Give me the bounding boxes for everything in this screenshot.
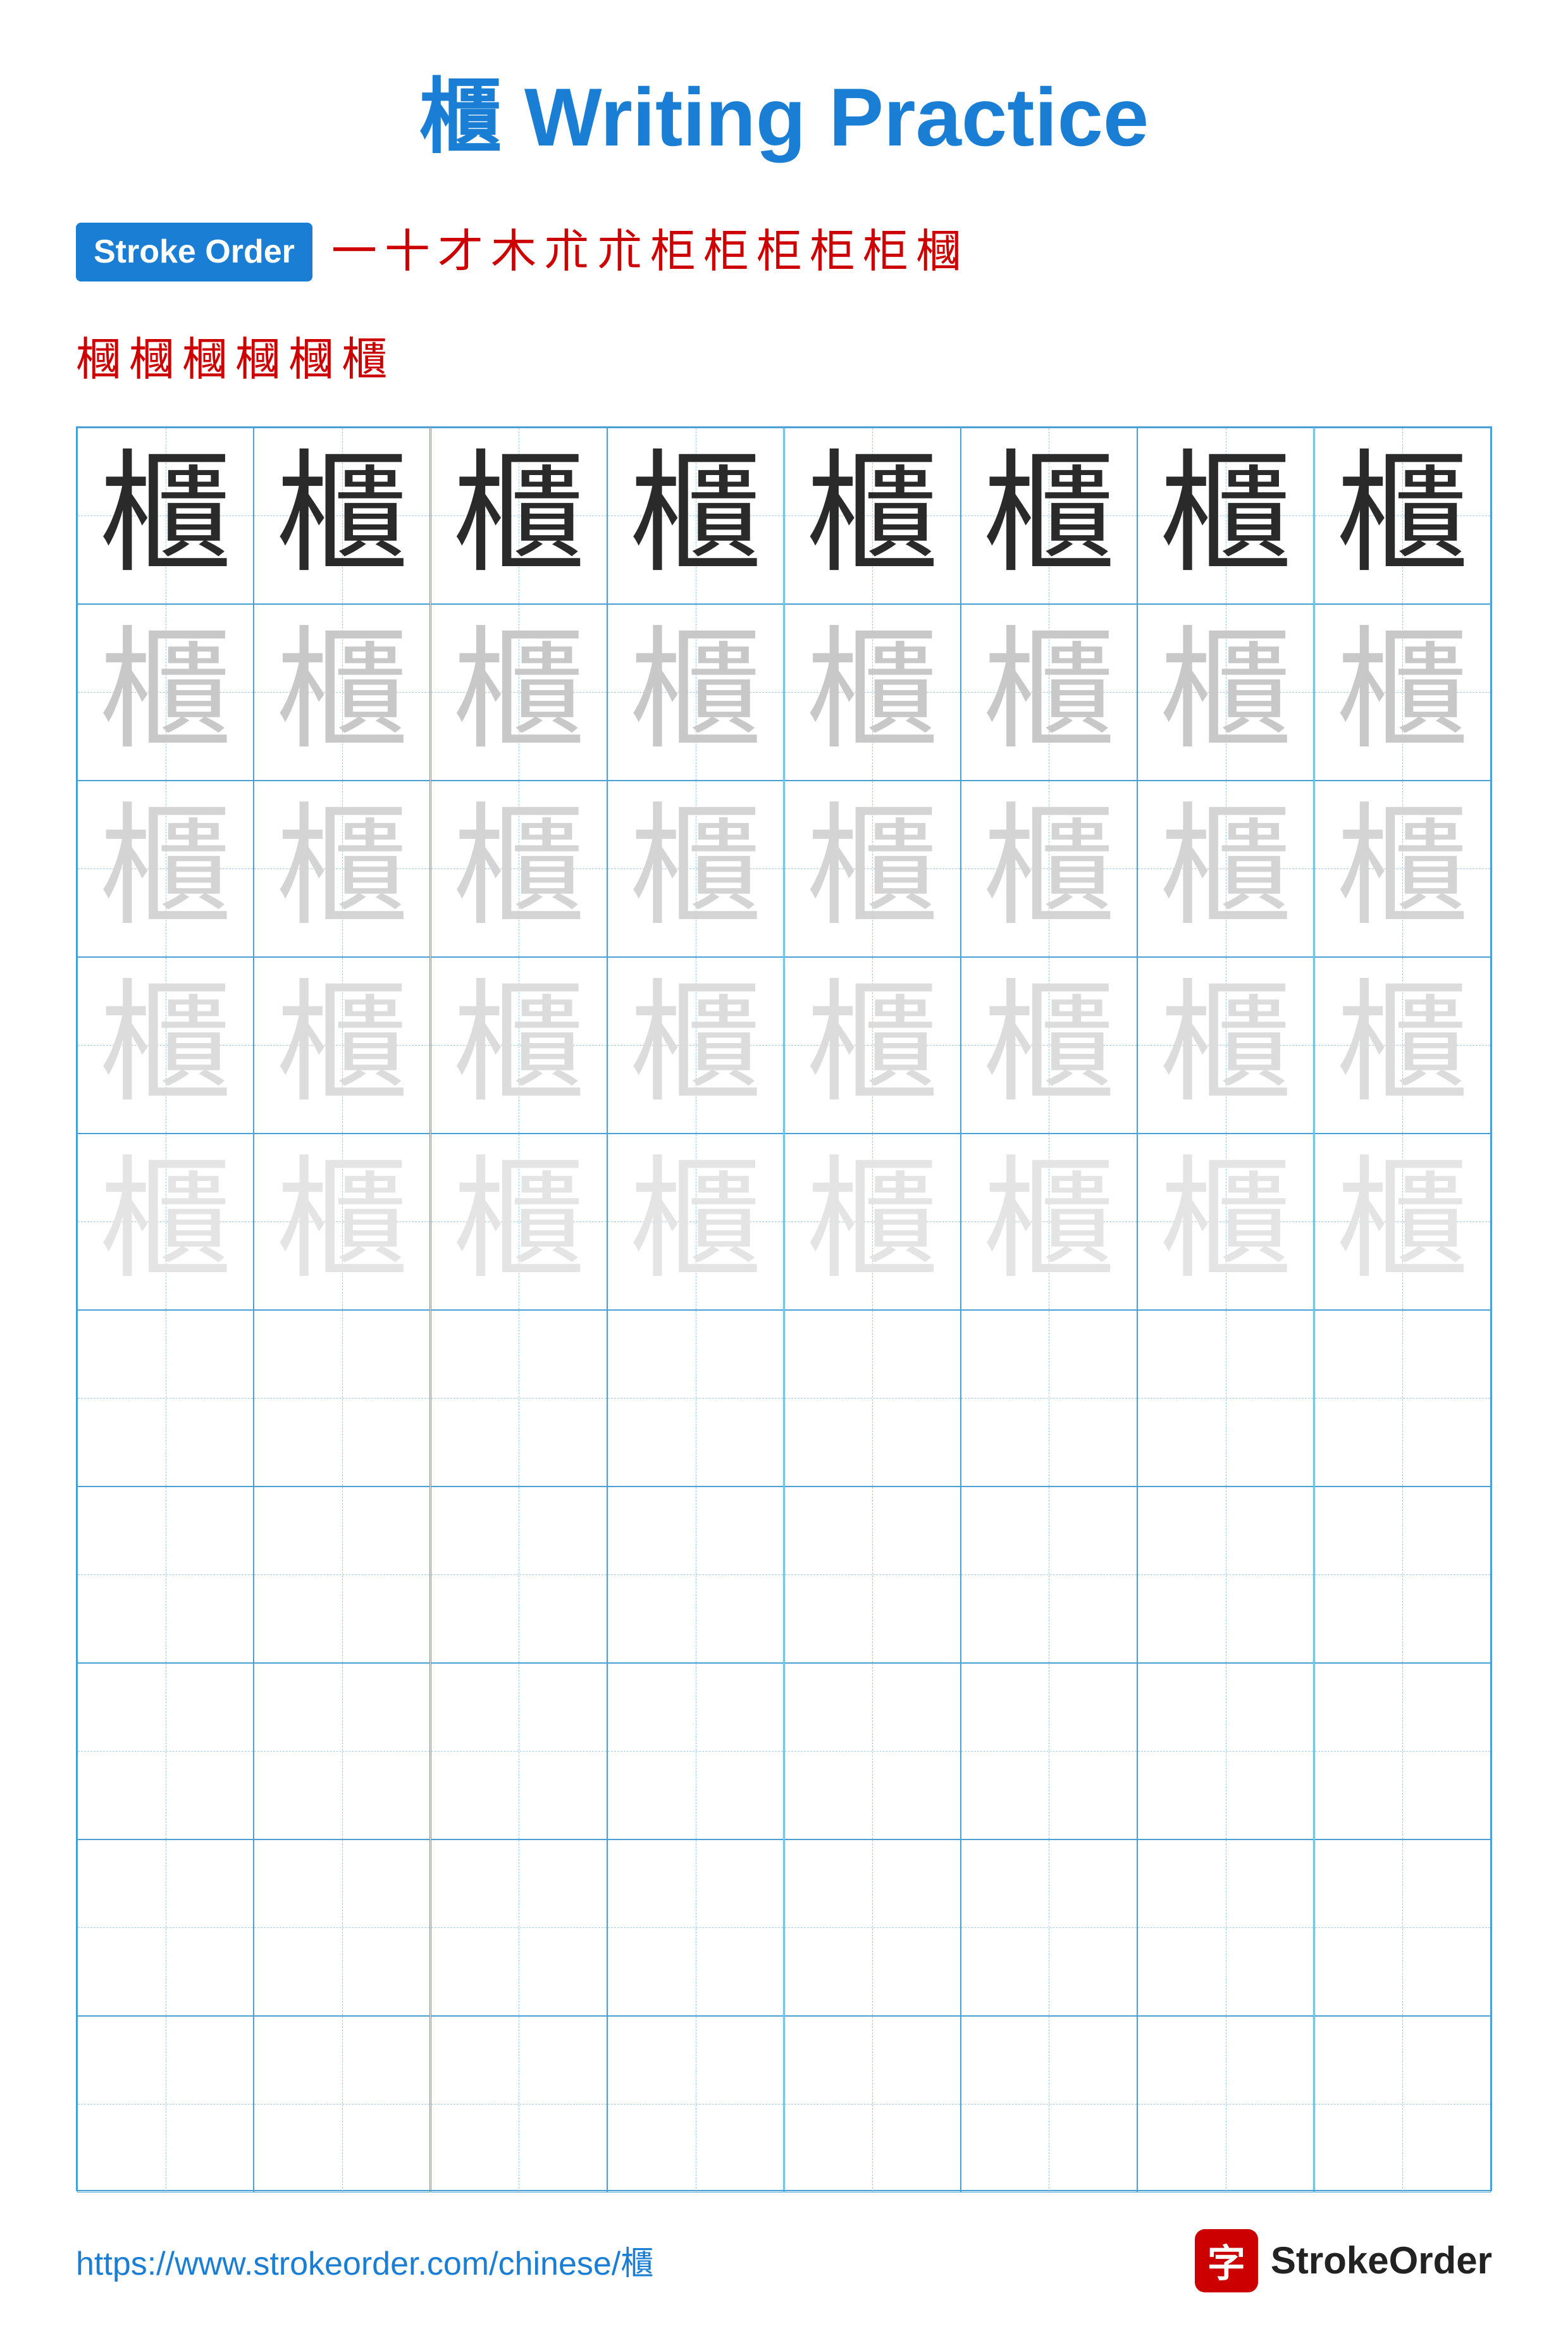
stroke-chars-line1: 一 十 才 木 朮 朮 柜 柜 柜 柜 柜 槶: [331, 220, 961, 284]
grid-cell-r7c6[interactable]: [961, 1487, 1137, 1663]
grid-cell-r10c4[interactable]: [607, 2016, 784, 2192]
grid-cell-r7c4[interactable]: [607, 1487, 784, 1663]
grid-cell-r10c6[interactable]: [961, 2016, 1137, 2192]
stroke-order-section: Stroke Order 一 十 才 木 朮 朮 柜 柜 柜 柜 柜 槶: [76, 220, 1492, 284]
grid-cell-r3c5[interactable]: 櫃: [784, 781, 961, 957]
grid-cell-r4c4[interactable]: 櫃: [607, 957, 784, 1134]
grid-cell-r10c1[interactable]: [77, 2016, 254, 2192]
grid-cell-r2c1[interactable]: 櫃: [77, 604, 254, 781]
grid-cell-r1c1[interactable]: 櫃: [77, 428, 254, 604]
grid-cell-r5c6[interactable]: 櫃: [961, 1134, 1137, 1310]
grid-cell-r10c3[interactable]: [431, 2016, 607, 2192]
grid-cell-r9c4[interactable]: [607, 1839, 784, 2016]
grid-cell-r4c3[interactable]: 櫃: [431, 957, 607, 1134]
title-text: Writing Practice: [502, 71, 1149, 163]
grid-cell-r1c5[interactable]: 櫃: [784, 428, 961, 604]
grid-cell-r5c7[interactable]: 櫃: [1137, 1134, 1314, 1310]
grid-cell-r7c5[interactable]: [784, 1487, 961, 1663]
footer-url[interactable]: https://www.strokeorder.com/chinese/櫃: [76, 2237, 653, 2284]
grid-cell-r6c1[interactable]: [77, 1310, 254, 1487]
stroke-chars-line2: 槶 槶 槶 槶 槶 櫃: [76, 322, 1492, 388]
grid-cell-r9c5[interactable]: [784, 1839, 961, 2016]
grid-cell-r3c6[interactable]: 櫃: [961, 781, 1137, 957]
grid-cell-r6c2[interactable]: [254, 1310, 430, 1487]
grid-cell-r5c4[interactable]: 櫃: [607, 1134, 784, 1310]
grid-cell-r5c3[interactable]: 櫃: [431, 1134, 607, 1310]
grid-cell-r1c7[interactable]: 櫃: [1137, 428, 1314, 604]
grid-cell-r7c8[interactable]: [1314, 1487, 1491, 1663]
grid-cell-r1c2[interactable]: 櫃: [254, 428, 430, 604]
grid-cell-r3c3[interactable]: 櫃: [431, 781, 607, 957]
grid-cell-r8c3[interactable]: [431, 1663, 607, 1839]
grid-cell-r7c2[interactable]: [254, 1487, 430, 1663]
grid-cell-r3c1[interactable]: 櫃: [77, 781, 254, 957]
grid-cell-r7c1[interactable]: [77, 1487, 254, 1663]
grid-cell-r2c4[interactable]: 櫃: [607, 604, 784, 781]
grid-cell-r3c4[interactable]: 櫃: [607, 781, 784, 957]
grid-cell-r4c5[interactable]: 櫃: [784, 957, 961, 1134]
grid-cell-r10c5[interactable]: [784, 2016, 961, 2192]
grid-cell-r8c6[interactable]: [961, 1663, 1137, 1839]
grid-cell-r10c8[interactable]: [1314, 2016, 1491, 2192]
grid-cell-r7c7[interactable]: [1137, 1487, 1314, 1663]
page-title: 櫃 Writing Practice: [76, 51, 1492, 170]
grid-cell-r4c6[interactable]: 櫃: [961, 957, 1137, 1134]
grid-cell-r10c7[interactable]: [1137, 2016, 1314, 2192]
page: 櫃 Writing Practice Stroke Order 一 十 才 木 …: [0, 0, 1568, 2343]
grid-cell-r2c7[interactable]: 櫃: [1137, 604, 1314, 781]
grid-cell-r8c2[interactable]: [254, 1663, 430, 1839]
grid-cell-r3c7[interactable]: 櫃: [1137, 781, 1314, 957]
grid-cell-r2c8[interactable]: 櫃: [1314, 604, 1491, 781]
writing-grid: 櫃 櫃 櫃 櫃 櫃 櫃 櫃 櫃 櫃 櫃 櫃 櫃 櫃 櫃 櫃 櫃 櫃 櫃 櫃 櫃 …: [76, 426, 1492, 2191]
grid-cell-r8c4[interactable]: [607, 1663, 784, 1839]
grid-cell-r4c1[interactable]: 櫃: [77, 957, 254, 1134]
grid-cell-r6c4[interactable]: [607, 1310, 784, 1487]
grid-cell-r8c5[interactable]: [784, 1663, 961, 1839]
grid-cell-r2c2[interactable]: 櫃: [254, 604, 430, 781]
grid-cell-r9c8[interactable]: [1314, 1839, 1491, 2016]
grid-cell-r6c7[interactable]: [1137, 1310, 1314, 1487]
grid-cell-r8c8[interactable]: [1314, 1663, 1491, 1839]
grid-cell-r5c8[interactable]: 櫃: [1314, 1134, 1491, 1310]
grid-cell-r5c2[interactable]: 櫃: [254, 1134, 430, 1310]
grid-cell-r3c2[interactable]: 櫃: [254, 781, 430, 957]
grid-cell-r5c5[interactable]: 櫃: [784, 1134, 961, 1310]
grid-cell-r9c3[interactable]: [431, 1839, 607, 2016]
stroke-order-badge: Stroke Order: [76, 223, 312, 281]
grid-cell-r6c6[interactable]: [961, 1310, 1137, 1487]
grid-cell-r7c3[interactable]: [431, 1487, 607, 1663]
grid-cell-r2c5[interactable]: 櫃: [784, 604, 961, 781]
grid-cell-r9c2[interactable]: [254, 1839, 430, 2016]
grid-cell-r2c6[interactable]: 櫃: [961, 604, 1137, 781]
grid-cell-r2c3[interactable]: 櫃: [431, 604, 607, 781]
footer-logo: 字 StrokeOrder: [1195, 2229, 1492, 2292]
grid-cell-r9c1[interactable]: [77, 1839, 254, 2016]
grid-cell-r1c6[interactable]: 櫃: [961, 428, 1137, 604]
grid-cell-r9c6[interactable]: [961, 1839, 1137, 2016]
grid-cell-r1c8[interactable]: 櫃: [1314, 428, 1491, 604]
grid-cell-r4c8[interactable]: 櫃: [1314, 957, 1491, 1134]
strokeorder-logo-icon: 字: [1195, 2229, 1258, 2292]
grid-cell-r1c4[interactable]: 櫃: [607, 428, 784, 604]
grid-cell-r4c7[interactable]: 櫃: [1137, 957, 1314, 1134]
grid-cell-r6c5[interactable]: [784, 1310, 961, 1487]
grid-cell-r9c7[interactable]: [1137, 1839, 1314, 2016]
title-char: 櫃: [419, 73, 502, 164]
grid-cell-r6c8[interactable]: [1314, 1310, 1491, 1487]
grid-cell-r8c1[interactable]: [77, 1663, 254, 1839]
grid-cell-r5c1[interactable]: 櫃: [77, 1134, 254, 1310]
grid-cell-r1c3[interactable]: 櫃: [431, 428, 607, 604]
grid-cell-r10c2[interactable]: [254, 2016, 430, 2192]
grid-cell-r3c8[interactable]: 櫃: [1314, 781, 1491, 957]
grid-cell-r4c2[interactable]: 櫃: [254, 957, 430, 1134]
footer: https://www.strokeorder.com/chinese/櫃 字 …: [76, 2229, 1492, 2292]
grid-cell-r6c3[interactable]: [431, 1310, 607, 1487]
grid-cell-r8c7[interactable]: [1137, 1663, 1314, 1839]
strokeorder-logo-text: StrokeOrder: [1271, 2239, 1492, 2282]
